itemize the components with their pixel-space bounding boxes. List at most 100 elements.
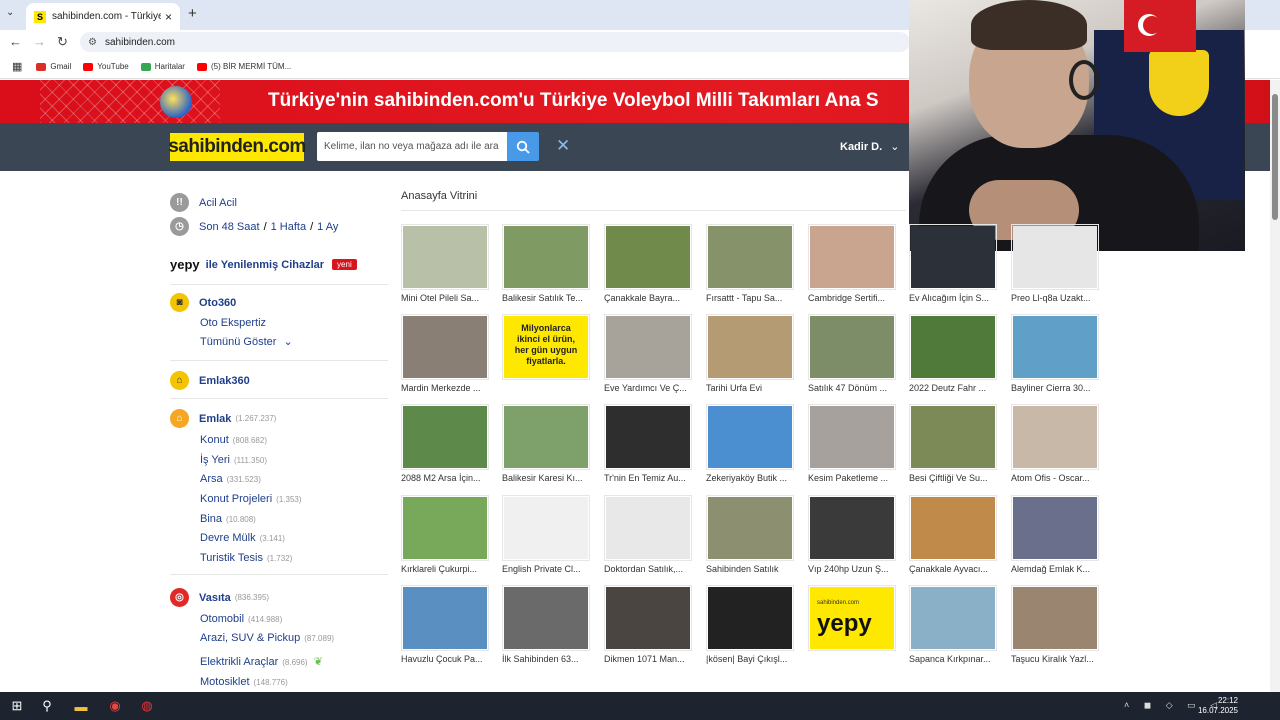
listing-caption[interactable]: Kırklareli Çukurpi... <box>401 564 491 574</box>
emlak-item[interactable]: Arsa (331.523) <box>200 473 261 485</box>
listing-thumbnail[interactable] <box>706 224 794 290</box>
listing-thumbnail[interactable] <box>604 585 692 651</box>
listing-thumbnail[interactable] <box>909 224 997 290</box>
listing-caption[interactable]: Atom Ofis - Oscar... <box>1011 473 1101 483</box>
listing-caption[interactable]: Alemdağ Emlak K... <box>1011 564 1101 574</box>
listing-tile[interactable]: Sahibinden Satılık <box>706 495 796 574</box>
vasita-item[interactable]: Elektrikli Araçlar (8.696) ❦ <box>200 655 323 668</box>
listing-tile[interactable]: Zekeriyaköy Butik ... <box>706 404 796 483</box>
search-input[interactable]: Kelime, ilan no veya mağaza adı ile ara <box>317 132 507 161</box>
listing-tile[interactable]: Cambridge Sertifi... <box>808 224 898 303</box>
listing-thumbnail[interactable] <box>1011 314 1099 380</box>
listing-caption[interactable]: Sapanca Kırkpınar... <box>909 654 999 664</box>
listing-caption[interactable]: Vıp 240hp Uzun Ş... <box>808 564 898 574</box>
son48-link[interactable]: Son 48 Saat <box>199 221 260 233</box>
file-explorer-icon[interactable]: ▬ <box>72 697 90 715</box>
listing-tile[interactable]: Kırklareli Çukurpi... <box>401 495 491 574</box>
listing-caption[interactable]: Balikesir Satılık Te... <box>502 293 592 303</box>
listing-caption[interactable]: Mini Otel Pileli Sa... <box>401 293 491 303</box>
listing-tile[interactable]: Tarihi Urfa Evi <box>706 314 796 393</box>
vasita-item[interactable]: Arazi, SUV & Pickup (87.089) <box>200 632 334 644</box>
listing-thumbnail[interactable] <box>706 495 794 561</box>
listing-thumbnail[interactable] <box>604 495 692 561</box>
listing-tile[interactable]: Ev Alıcağım İçin S... <box>909 224 999 303</box>
listing-caption[interactable]: Tr'nin En Temiz Au... <box>604 473 694 483</box>
scrollbar-thumb[interactable] <box>1272 94 1278 220</box>
listing-caption[interactable]: 2022 Deutz Fahr ... <box>909 383 999 393</box>
listing-tile[interactable]: Mini Otel Pileli Sa... <box>401 224 491 303</box>
listing-thumbnail[interactable] <box>909 585 997 651</box>
listing-caption[interactable]: İlk Sahibinden 63... <box>502 654 592 664</box>
listing-tile[interactable]: Havuzlu Çocuk Pa... <box>401 585 491 664</box>
listing-thumbnail[interactable] <box>909 314 997 380</box>
new-tab-icon[interactable]: + <box>188 5 197 22</box>
tab-search-icon[interactable]: ⌄ <box>6 7 14 18</box>
listing-thumbnail[interactable] <box>502 585 590 651</box>
listing-caption[interactable]: 2088 M2 Arsa İçin... <box>401 473 491 483</box>
listing-thumbnail[interactable] <box>401 224 489 290</box>
listing-thumbnail[interactable] <box>1011 495 1099 561</box>
reload-icon[interactable]: ↻ <box>57 34 68 50</box>
listing-thumbnail[interactable] <box>1011 224 1099 290</box>
close-tab-icon[interactable]: × <box>165 10 172 24</box>
listing-tile[interactable]: Tr'nin En Temiz Au... <box>604 404 694 483</box>
listing-tile[interactable]: Çanakkale Bayra... <box>604 224 694 303</box>
obs-icon[interactable]: ◍ <box>138 697 156 715</box>
bookmark-maps[interactable]: Haritalar <box>140 62 185 71</box>
listing-tile[interactable]: Vıp 240hp Uzun Ş... <box>808 495 898 574</box>
windows-start-icon[interactable]: ⊞ <box>8 697 26 715</box>
listing-tile[interactable]: English Private Cl... <box>502 495 592 574</box>
listing-tile[interactable]: Doktordan Satılık,... <box>604 495 694 574</box>
listing-caption[interactable]: Bayliner Cierra 30... <box>1011 383 1101 393</box>
listing-tile[interactable]: Atom Ofis - Oscar... <box>1011 404 1101 483</box>
listing-thumbnail[interactable] <box>401 585 489 651</box>
listing-caption[interactable]: Fırsattt - Tapu Sa... <box>706 293 796 303</box>
hafta-link[interactable]: 1 Hafta <box>271 221 306 233</box>
listing-caption[interactable]: Kesim Paketleme ... <box>808 473 898 483</box>
listing-caption[interactable]: Doktordan Satılık,... <box>604 564 694 574</box>
listing-tile[interactable]: Alemdağ Emlak K... <box>1011 495 1101 574</box>
listing-tile[interactable]: Eve Yardımcı Ve Ç... <box>604 314 694 393</box>
listing-caption[interactable]: Ev Alıcağım İçin S... <box>909 293 999 303</box>
emlak-category[interactable]: ⌂ Emlak (1.267.237) <box>170 409 276 428</box>
yepy-link[interactable]: yepy ile Yenilenmiş Cihazlar yeni <box>170 257 357 272</box>
listing-thumbnail[interactable] <box>1011 585 1099 651</box>
bookmark-gmail[interactable]: Gmail <box>36 62 71 71</box>
listing-thumbnail[interactable] <box>1011 404 1099 470</box>
listing-caption[interactable]: Çanakkale Bayra... <box>604 293 694 303</box>
listing-tile[interactable]: Balikesir Karesi Kı... <box>502 404 592 483</box>
listing-thumbnail[interactable] <box>909 495 997 561</box>
listing-thumbnail[interactable] <box>401 314 489 380</box>
listing-tile[interactable]: Çanakkale Ayvacı... <box>909 495 999 574</box>
listing-tile[interactable]: Preo Ll-q8a Uzakt... <box>1011 224 1101 303</box>
listing-tile[interactable]: İlk Sahibinden 63... <box>502 585 592 664</box>
listing-tile[interactable]: Milyonlarca ikinci el ürün, her gün uygu… <box>502 314 592 383</box>
listing-caption[interactable]: Tarihi Urfa Evi <box>706 383 796 393</box>
listing-tile[interactable]: Bayliner Cierra 30... <box>1011 314 1101 393</box>
listing-tile[interactable]: Dikmen 1071 Man... <box>604 585 694 664</box>
search-button[interactable] <box>507 132 539 161</box>
listing-thumbnail[interactable] <box>808 495 896 561</box>
chrome-icon[interactable]: ◉ <box>106 697 124 715</box>
emlak-item[interactable]: İş Yeri (111.350) <box>200 454 267 466</box>
listing-caption[interactable]: Havuzlu Çocuk Pa... <box>401 654 491 664</box>
listing-tile[interactable]: Mardin Merkezde ... <box>401 314 491 393</box>
vasita-item[interactable]: Otomobil (414.988) <box>200 613 282 625</box>
listing-thumbnail[interactable]: Milyonlarca ikinci el ürün, her gün uygu… <box>502 314 590 380</box>
taskbar-clock[interactable]: 22:12 16.07.2025 <box>1198 696 1238 716</box>
listing-tile[interactable]: Kesim Paketleme ... <box>808 404 898 483</box>
listing-tile[interactable]: Fırsattt - Tapu Sa... <box>706 224 796 303</box>
page-scrollbar[interactable] <box>1270 80 1280 692</box>
listing-caption[interactable]: Balikesir Karesi Kı... <box>502 473 592 483</box>
apps-grid-icon[interactable]: ▦ <box>12 60 22 73</box>
listing-caption[interactable]: Dikmen 1071 Man... <box>604 654 694 664</box>
emlak360-link[interactable]: ⌂ Emlak360 <box>170 371 250 390</box>
site-info-icon[interactable]: ⚙ <box>88 37 97 48</box>
listing-thumbnail[interactable] <box>502 495 590 561</box>
search-icon[interactable]: ⚲ <box>38 697 56 715</box>
listing-caption[interactable]: Preo Ll-q8a Uzakt... <box>1011 293 1101 303</box>
listing-tile[interactable]: |kösen| Bayi Çıkışl... <box>706 585 796 664</box>
listing-thumbnail[interactable] <box>401 495 489 561</box>
vasita-category[interactable]: ◎ Vasıta (836.395) <box>170 588 269 607</box>
listing-thumbnail[interactable] <box>502 404 590 470</box>
